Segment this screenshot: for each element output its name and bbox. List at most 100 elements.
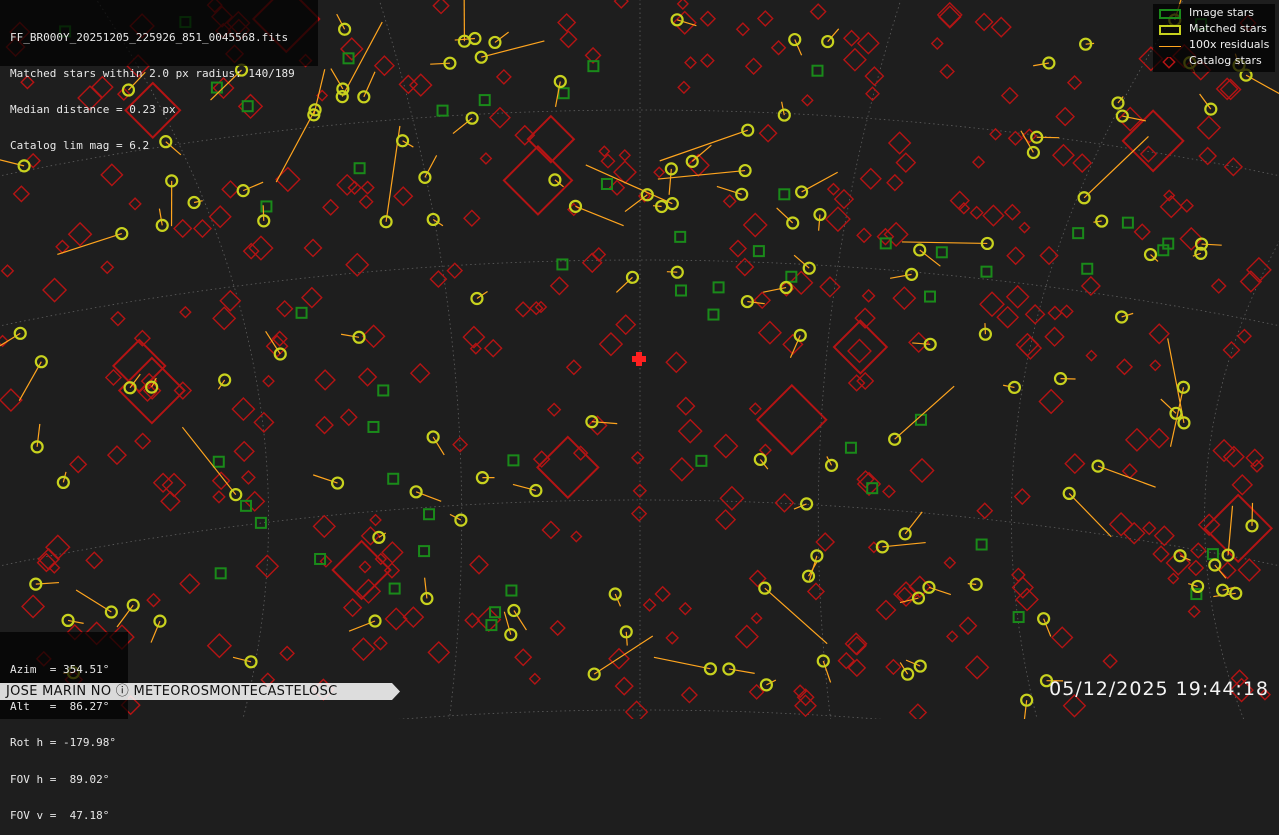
field-center-marker — [632, 352, 646, 366]
catalog-star-marker — [760, 125, 777, 142]
catalog-star-marker — [210, 206, 231, 227]
image-star-marker — [559, 88, 569, 98]
catalog-star-marker — [940, 65, 954, 79]
catalog-star-marker — [234, 442, 253, 461]
residual-line — [625, 195, 647, 212]
catalog-star-marker — [808, 583, 824, 599]
catalog-star-marker — [43, 278, 66, 301]
catalog-star-marker — [1220, 562, 1236, 578]
catalog-star-marker — [615, 0, 628, 8]
catalog-star-marker — [1039, 390, 1062, 413]
catalog-star-marker — [1048, 306, 1061, 319]
residual-line — [616, 277, 632, 292]
catalog-star-marker — [887, 175, 903, 191]
residual-line — [794, 255, 809, 268]
timestamp: 05/12/2025 19:44:18 — [1049, 678, 1269, 700]
catalog-star-marker — [1061, 305, 1073, 317]
rotation-text: Rot h = -179.98° — [10, 737, 128, 750]
catalog-star-marker — [877, 601, 896, 620]
residual-line — [331, 69, 343, 89]
catalog-star-marker — [534, 451, 550, 467]
catalog-star-marker — [632, 507, 646, 521]
catalog-star-marker — [889, 132, 911, 154]
image-star-marker — [368, 422, 378, 432]
catalog-star-marker — [370, 515, 381, 526]
catalog-star-marker — [944, 557, 955, 568]
residual-line — [905, 512, 922, 534]
residual-line — [1228, 506, 1232, 555]
catalog-star-marker — [682, 687, 697, 702]
image-star-marker — [506, 586, 516, 596]
catalog-star-marker — [858, 33, 879, 54]
catalog-star-marker — [22, 595, 44, 617]
catalog-star-marker — [1225, 158, 1242, 175]
image-star-marker — [297, 308, 307, 318]
catalog-star-marker — [861, 169, 881, 189]
catalog-star-marker — [571, 531, 581, 541]
catalog-star-marker — [750, 571, 766, 587]
residual-line — [819, 215, 820, 231]
catalog-star-marker — [654, 167, 664, 177]
residual-line — [263, 205, 264, 221]
catalog-star-marker — [485, 340, 502, 357]
catalog-star-marker — [254, 413, 273, 432]
catalog-star-marker — [305, 240, 322, 257]
residual-line — [481, 41, 544, 57]
catalog-star-marker — [447, 263, 462, 278]
catalog-star-marker — [757, 385, 826, 454]
catalog-star-marker — [828, 184, 839, 195]
catalog-star-marker — [1065, 454, 1084, 473]
catalog-star-marker — [46, 535, 70, 559]
catalog-star-marker — [1015, 489, 1030, 504]
residual-line — [1084, 136, 1148, 197]
catalog-star-marker — [620, 150, 630, 160]
catalog-star-marker — [632, 452, 644, 464]
catalog-star-marker — [714, 435, 737, 458]
residual-line — [1069, 493, 1111, 536]
catalog-star-marker — [374, 637, 387, 650]
catalog-star-marker — [857, 228, 871, 242]
catalog-star-marker — [679, 420, 702, 443]
residual-line — [36, 583, 59, 585]
image-star-marker — [779, 189, 789, 199]
catalog-star-marker — [1189, 606, 1200, 617]
catalog-star-marker — [363, 325, 385, 347]
catalog-star-marker — [960, 617, 977, 634]
catalog-star-marker — [966, 656, 989, 679]
catalog-star-marker — [990, 129, 1001, 140]
catalog-star-marker — [896, 153, 915, 172]
catalog-star-marker — [0, 389, 22, 411]
catalog-star-marker — [910, 459, 933, 482]
catalog-star-marker — [323, 200, 338, 215]
info-panel: FF_BR000Y_20251205_225926_851_0045568.fi… — [0, 0, 318, 66]
legend-item-image-stars: Image stars — [1153, 7, 1275, 21]
image-star-marker — [508, 455, 518, 465]
matched-stars-text: Matched stars within 2.0 px radius: 140/… — [10, 68, 318, 80]
catalog-star-marker — [844, 31, 859, 46]
catalog-star-marker — [802, 95, 813, 106]
catalog-star-marker — [835, 190, 853, 208]
catalog-star-marker — [213, 307, 235, 329]
catalog-star-marker — [411, 364, 430, 383]
catalog-star-marker — [1199, 148, 1216, 165]
legend-item-catalog-stars: Catalog stars — [1153, 55, 1275, 69]
catalog-star-marker — [1205, 495, 1272, 562]
catalog-star-marker — [213, 472, 230, 489]
catalog-star-marker — [848, 340, 871, 363]
residual-line — [117, 605, 133, 627]
catalog-star-marker — [108, 446, 126, 464]
catalog-star-marker — [865, 67, 883, 85]
catalog-star-marker — [14, 186, 29, 201]
image-star-marker — [480, 95, 490, 105]
image-star-marker — [981, 267, 991, 277]
catalog-star-marker — [69, 223, 92, 246]
catalog-star-marker — [154, 473, 173, 492]
catalog-star-marker — [1005, 205, 1020, 220]
catalog-star-marker — [671, 458, 694, 481]
catalog-star-marker — [1141, 146, 1156, 161]
image-star-marker — [925, 292, 935, 302]
catalog-star-marker — [213, 491, 225, 503]
catalog-star-marker — [736, 626, 758, 648]
legend-item-matched-stars: Matched stars — [1153, 23, 1275, 37]
catalog-star-marker — [276, 168, 300, 192]
